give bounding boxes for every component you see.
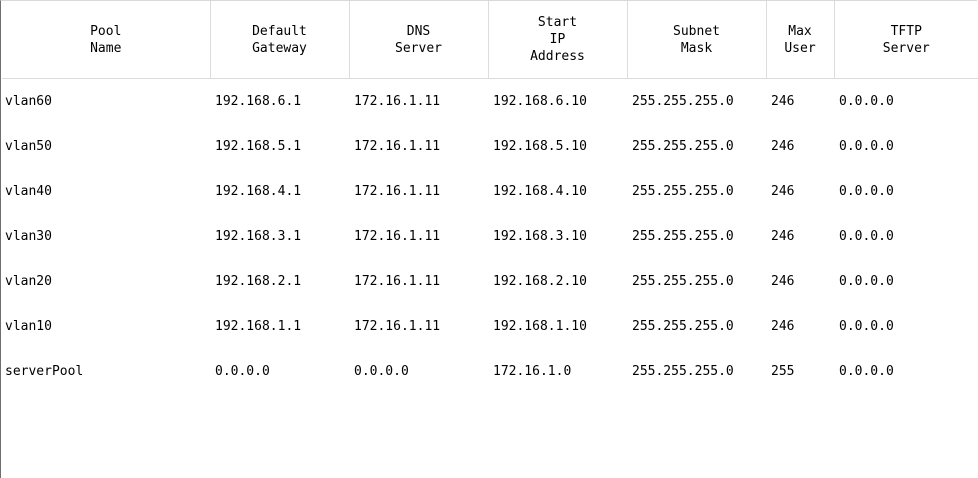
cell-tftp-server: 0.0.0.0 [839,94,894,109]
cell-dns-server: 172.16.1.11 [354,94,441,109]
cell-tftp-server: 0.0.0.0 [839,274,894,289]
column-header-tftp-server: TFTP Server [834,1,978,79]
cell-start-ip-address: 192.168.6.10 [493,94,587,109]
cell-max-user: 246 [771,94,795,109]
column-header-dns-server: DNS Server [349,1,489,79]
cell-pool-name: vlan60 [5,94,52,109]
column-header-max-user: Max User [766,1,835,79]
table-row[interactable]: vlan50 192.168.5.1 172.16.1.11 192.168.5… [2,124,978,169]
cell-max-user: 246 [771,229,795,244]
column-header-subnet-mask: Subnet Mask [627,1,767,79]
cell-tftp-server: 0.0.0.0 [839,229,894,244]
cell-default-gateway: 192.168.3.1 [215,229,302,244]
cell-subnet-mask: 255.255.255.0 [632,274,734,289]
cell-subnet-mask: 255.255.255.0 [632,229,734,244]
cell-pool-name: vlan10 [5,319,52,334]
cell-subnet-mask: 255.255.255.0 [632,184,734,199]
cell-default-gateway: 192.168.1.1 [215,319,302,334]
table-row[interactable]: vlan30 192.168.3.1 172.16.1.11 192.168.3… [2,214,978,259]
dhcp-pool-panel: Pool Name Default Gateway DNS Server Sta… [0,0,978,478]
cell-dns-server: 0.0.0.0 [354,364,409,379]
cell-start-ip-address: 192.168.4.10 [493,184,587,199]
cell-default-gateway: 192.168.2.1 [215,274,302,289]
cell-max-user: 246 [771,319,795,334]
cell-dns-server: 172.16.1.11 [354,229,441,244]
cell-tftp-server: 0.0.0.0 [839,319,894,334]
table-header-row: Pool Name Default Gateway DNS Server Sta… [2,1,978,79]
cell-tftp-server: 0.0.0.0 [839,139,894,154]
table-row[interactable]: vlan40 192.168.4.1 172.16.1.11 192.168.4… [2,169,978,214]
cell-start-ip-address: 192.168.5.10 [493,139,587,154]
cell-start-ip-address: 192.168.2.10 [493,274,587,289]
column-header-default-gateway: Default Gateway [210,1,350,79]
cell-subnet-mask: 255.255.255.0 [632,364,734,379]
table-row[interactable]: vlan60 192.168.6.1 172.16.1.11 192.168.6… [2,79,978,125]
cell-max-user: 246 [771,184,795,199]
cell-max-user: 255 [771,364,795,379]
cell-default-gateway: 192.168.5.1 [215,139,302,154]
cell-start-ip-address: 192.168.3.10 [493,229,587,244]
cell-max-user: 246 [771,274,795,289]
column-header-pool-name: Pool Name [2,1,211,79]
cell-subnet-mask: 255.255.255.0 [632,139,734,154]
cell-pool-name: vlan30 [5,229,52,244]
column-header-start-ip-address: Start IP Address [488,1,628,79]
cell-pool-name: serverPool [5,364,84,379]
cell-subnet-mask: 255.255.255.0 [632,94,734,109]
dhcp-pool-table: Pool Name Default Gateway DNS Server Sta… [2,1,978,394]
cell-dns-server: 172.16.1.11 [354,184,441,199]
table-row[interactable]: serverPool 0.0.0.0 0.0.0.0 172.16.1.0 25… [2,349,978,394]
cell-default-gateway: 192.168.6.1 [215,94,302,109]
cell-dns-server: 172.16.1.11 [354,274,441,289]
cell-pool-name: vlan20 [5,274,52,289]
cell-tftp-server: 0.0.0.0 [839,184,894,199]
cell-default-gateway: 192.168.4.1 [215,184,302,199]
cell-pool-name: vlan40 [5,184,52,199]
cell-pool-name: vlan50 [5,139,52,154]
cell-tftp-server: 0.0.0.0 [839,364,894,379]
cell-subnet-mask: 255.255.255.0 [632,319,734,334]
table-row[interactable]: vlan20 192.168.2.1 172.16.1.11 192.168.2… [2,259,978,304]
cell-start-ip-address: 192.168.1.10 [493,319,587,334]
cell-default-gateway: 0.0.0.0 [215,364,270,379]
cell-max-user: 246 [771,139,795,154]
cell-dns-server: 172.16.1.11 [354,139,441,154]
table-row[interactable]: vlan10 192.168.1.1 172.16.1.11 192.168.1… [2,304,978,349]
cell-start-ip-address: 172.16.1.0 [493,364,572,379]
cell-dns-server: 172.16.1.11 [354,319,441,334]
